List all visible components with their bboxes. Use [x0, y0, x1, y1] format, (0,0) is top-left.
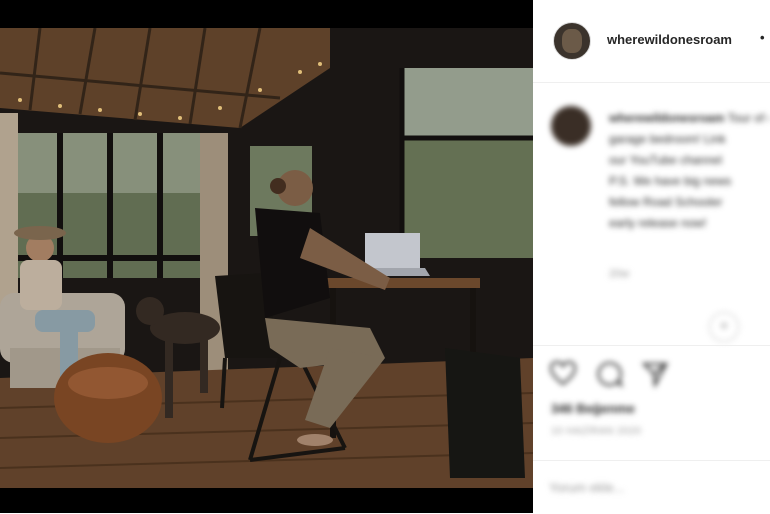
- post-photo-panel: [0, 0, 533, 513]
- share-icon[interactable]: [641, 360, 669, 388]
- comment-input[interactable]: [547, 475, 751, 499]
- photo-scene-icon: [0, 28, 533, 488]
- load-more-comments-button[interactable]: +: [709, 312, 739, 342]
- caption-avatar[interactable]: [551, 106, 591, 146]
- caption-username[interactable]: wherewildonesroam: [609, 111, 724, 125]
- caption-line: P.S. We have big news: [609, 174, 732, 188]
- comment-icon[interactable]: [595, 360, 623, 388]
- post-date: 10 HAZİRAN 2020: [551, 426, 642, 437]
- comment-box: [533, 460, 770, 514]
- post-actions: 346 Beğenme 10 HAZİRAN 2020: [533, 345, 770, 451]
- caption-line: garage bedroom! Link: [609, 132, 726, 146]
- post-photo[interactable]: [0, 28, 533, 488]
- likes-count[interactable]: 346 Beğenme: [551, 401, 635, 416]
- post-header: wherewildonesroam •: [533, 0, 770, 83]
- avatar[interactable]: [553, 22, 591, 60]
- post-sidebar: wherewildonesroam • wherewildonesroam To…: [533, 0, 770, 513]
- username-link[interactable]: wherewildonesroam: [607, 32, 732, 47]
- caption-line: early release now!: [609, 216, 707, 230]
- heart-icon[interactable]: [549, 360, 577, 388]
- caption-line: our YouTube channel: [609, 153, 722, 167]
- caption-text: wherewildonesroam Tour of our renovated …: [609, 108, 769, 234]
- caption-line: Tour of our renovated: [727, 111, 770, 125]
- caption-time: 20w: [609, 268, 630, 280]
- caption-line: fellow Road Schooler: [609, 195, 723, 209]
- more-options-icon[interactable]: •: [760, 30, 765, 45]
